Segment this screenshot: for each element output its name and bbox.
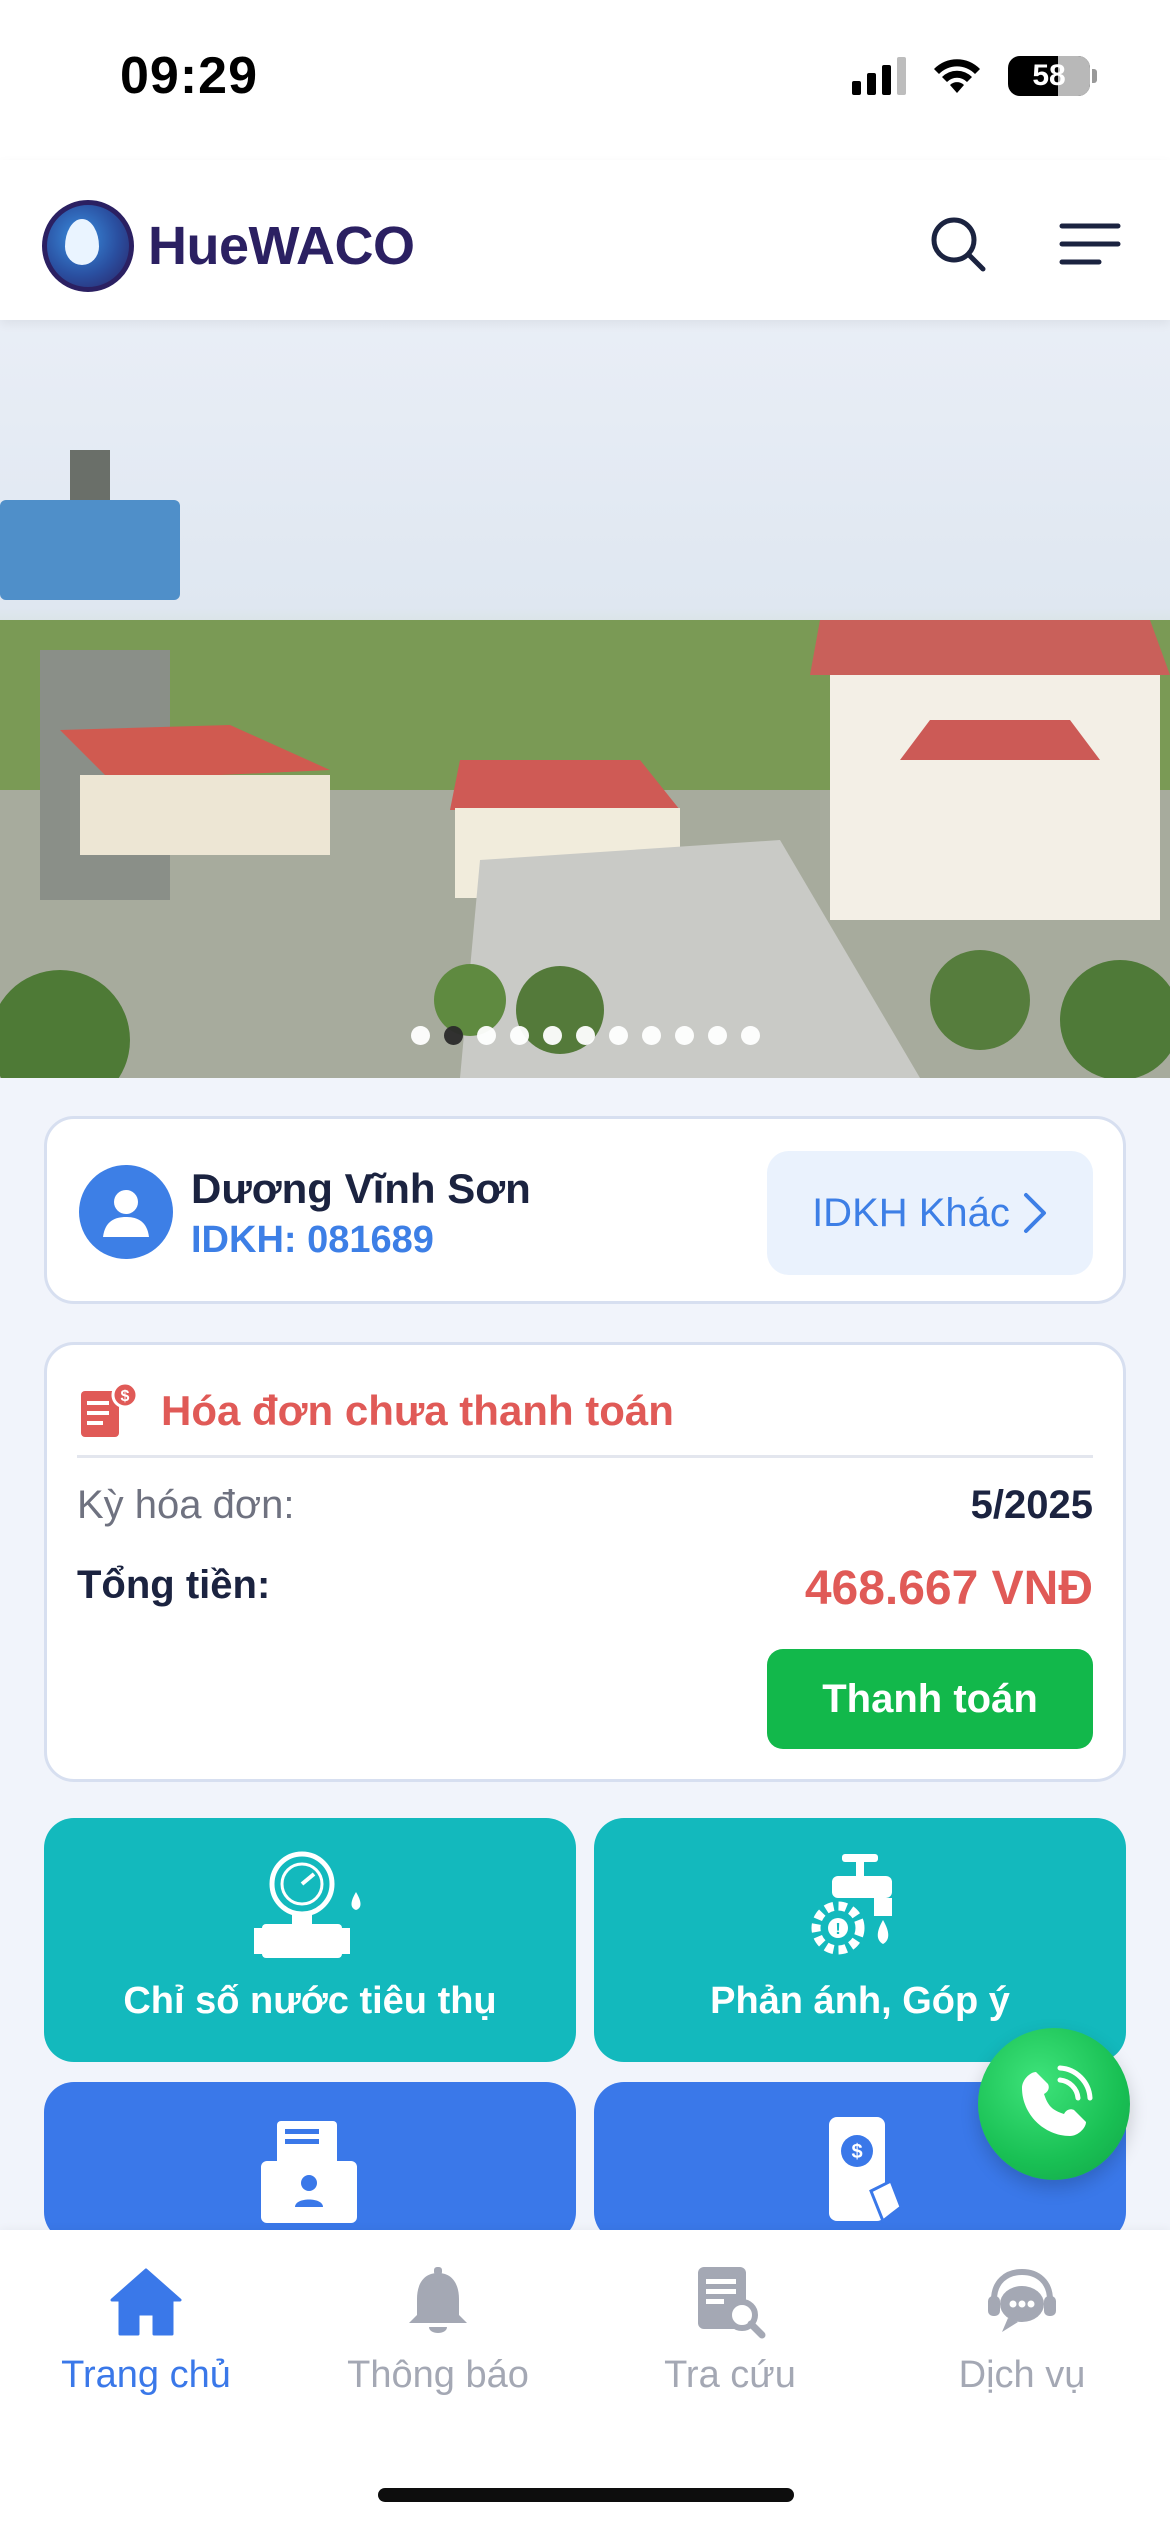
customer-documents-icon [250, 2110, 370, 2228]
banner-image [0, 450, 1170, 1078]
document-search-icon [698, 2267, 766, 2339]
banner-carousel[interactable] [0, 320, 1170, 1078]
carousel-dot[interactable] [410, 1026, 430, 1045]
cellular-signal-icon [852, 57, 906, 95]
carousel-dot[interactable] [740, 1026, 760, 1045]
customer-name: Dương Vĩnh Sơn [191, 1165, 531, 1212]
other-customer-id-label: IDKH Khác [812, 1190, 1010, 1235]
tab-label: Dịch vụ [958, 2354, 1086, 2396]
phone-icon [1022, 2065, 1093, 2136]
tile-feedback[interactable]: ! Phản ánh, Góp ý [594, 1818, 1126, 2062]
header-actions [926, 212, 1122, 276]
tab-label: Trang chủ [61, 2354, 231, 2396]
carousel-dot[interactable] [674, 1026, 694, 1045]
app-header: HueWACO [0, 160, 1170, 320]
carousel-indicators [0, 1026, 1170, 1045]
faucet-gear-icon: ! [800, 1846, 920, 1966]
bell-icon [409, 2267, 467, 2333]
invoice-icon: $ [81, 1381, 139, 1437]
unpaid-bill-card: $ Hóa đơn chưa thanh toán Kỳ hóa đơn: 5/… [44, 1342, 1126, 1782]
avatar [79, 1165, 173, 1259]
menu-button[interactable] [1058, 212, 1122, 276]
tile-label: Phản ánh, Góp ý [710, 1980, 1010, 2022]
search-icon [931, 217, 986, 272]
user-icon [103, 1190, 149, 1237]
customer-id: IDKH: 081689 [191, 1219, 434, 1261]
support-chat-icon [988, 2268, 1056, 2332]
pay-button[interactable]: Thanh toán [767, 1649, 1093, 1749]
carousel-dot[interactable] [707, 1026, 727, 1045]
carousel-dot[interactable] [641, 1026, 661, 1045]
tile-customer-documents[interactable] [44, 2082, 576, 2242]
water-meter-icon [250, 1846, 370, 1966]
tab-services[interactable]: Dịch vụ [876, 2260, 1168, 2397]
battery-icon: 58 [1008, 56, 1097, 96]
brand-logo[interactable]: HueWACO [42, 200, 415, 292]
call-hotline-button[interactable] [978, 2028, 1130, 2180]
carousel-dot[interactable] [575, 1026, 595, 1045]
tile-label: Chỉ số nước tiêu thụ [123, 1980, 497, 2022]
tab-home[interactable]: Trang chủ [0, 2260, 292, 2397]
bill-total-value: 468.667 VNĐ [804, 1562, 1093, 1615]
divider [77, 1455, 1093, 1458]
svg-text:!: ! [835, 1921, 840, 1938]
brand-name: HueWACO [148, 216, 415, 276]
chevron-right-icon [1023, 1193, 1046, 1233]
battery-level: 58 [1032, 59, 1066, 92]
status-time: 09:29 [120, 47, 258, 105]
search-button[interactable] [926, 212, 990, 276]
svg-text:$: $ [851, 2141, 862, 2163]
bill-period-label: Kỳ hóa đơn: [77, 1483, 295, 1527]
carousel-dot[interactable] [542, 1026, 562, 1045]
tab-label: Thông báo [347, 2354, 529, 2396]
tile-water-consumption[interactable]: Chỉ số nước tiêu thụ [44, 1818, 576, 2062]
tab-notifications[interactable]: Thông báo [292, 2260, 584, 2397]
mobile-payment-icon: $ [800, 2110, 920, 2228]
other-customer-id-button[interactable]: IDKH Khác [767, 1151, 1093, 1275]
menu-icon [1059, 223, 1121, 265]
carousel-dot[interactable] [509, 1026, 529, 1045]
tab-label: Tra cứu [664, 2354, 796, 2396]
carousel-dot[interactable] [476, 1026, 496, 1045]
customer-card: Dương Vĩnh Sơn IDKH: 081689 IDKH Khác [44, 1116, 1126, 1304]
home-indicator [378, 2488, 794, 2502]
huewaco-logo-icon [42, 200, 134, 292]
bill-total-label: Tổng tiền: [77, 1563, 271, 1607]
bottom-tab-bar: Trang chủ Thông báo Tra cứu Dịch vụ [0, 2230, 1170, 2532]
bill-period-value: 5/2025 [970, 1483, 1093, 1527]
wifi-icon [934, 59, 980, 93]
bill-header: $ Hóa đơn chưa thanh toán [77, 1381, 674, 1441]
carousel-dot[interactable] [443, 1026, 463, 1045]
status-bar: 09:29 58 [0, 0, 1170, 160]
tab-lookup[interactable]: Tra cứu [584, 2260, 876, 2397]
carousel-dot[interactable] [608, 1026, 628, 1045]
status-icons: 58 [852, 56, 1097, 96]
home-icon [110, 2268, 182, 2336]
svg-text:$: $ [121, 1388, 130, 1405]
bill-title: Hóa đơn chưa thanh toán [161, 1387, 674, 1434]
